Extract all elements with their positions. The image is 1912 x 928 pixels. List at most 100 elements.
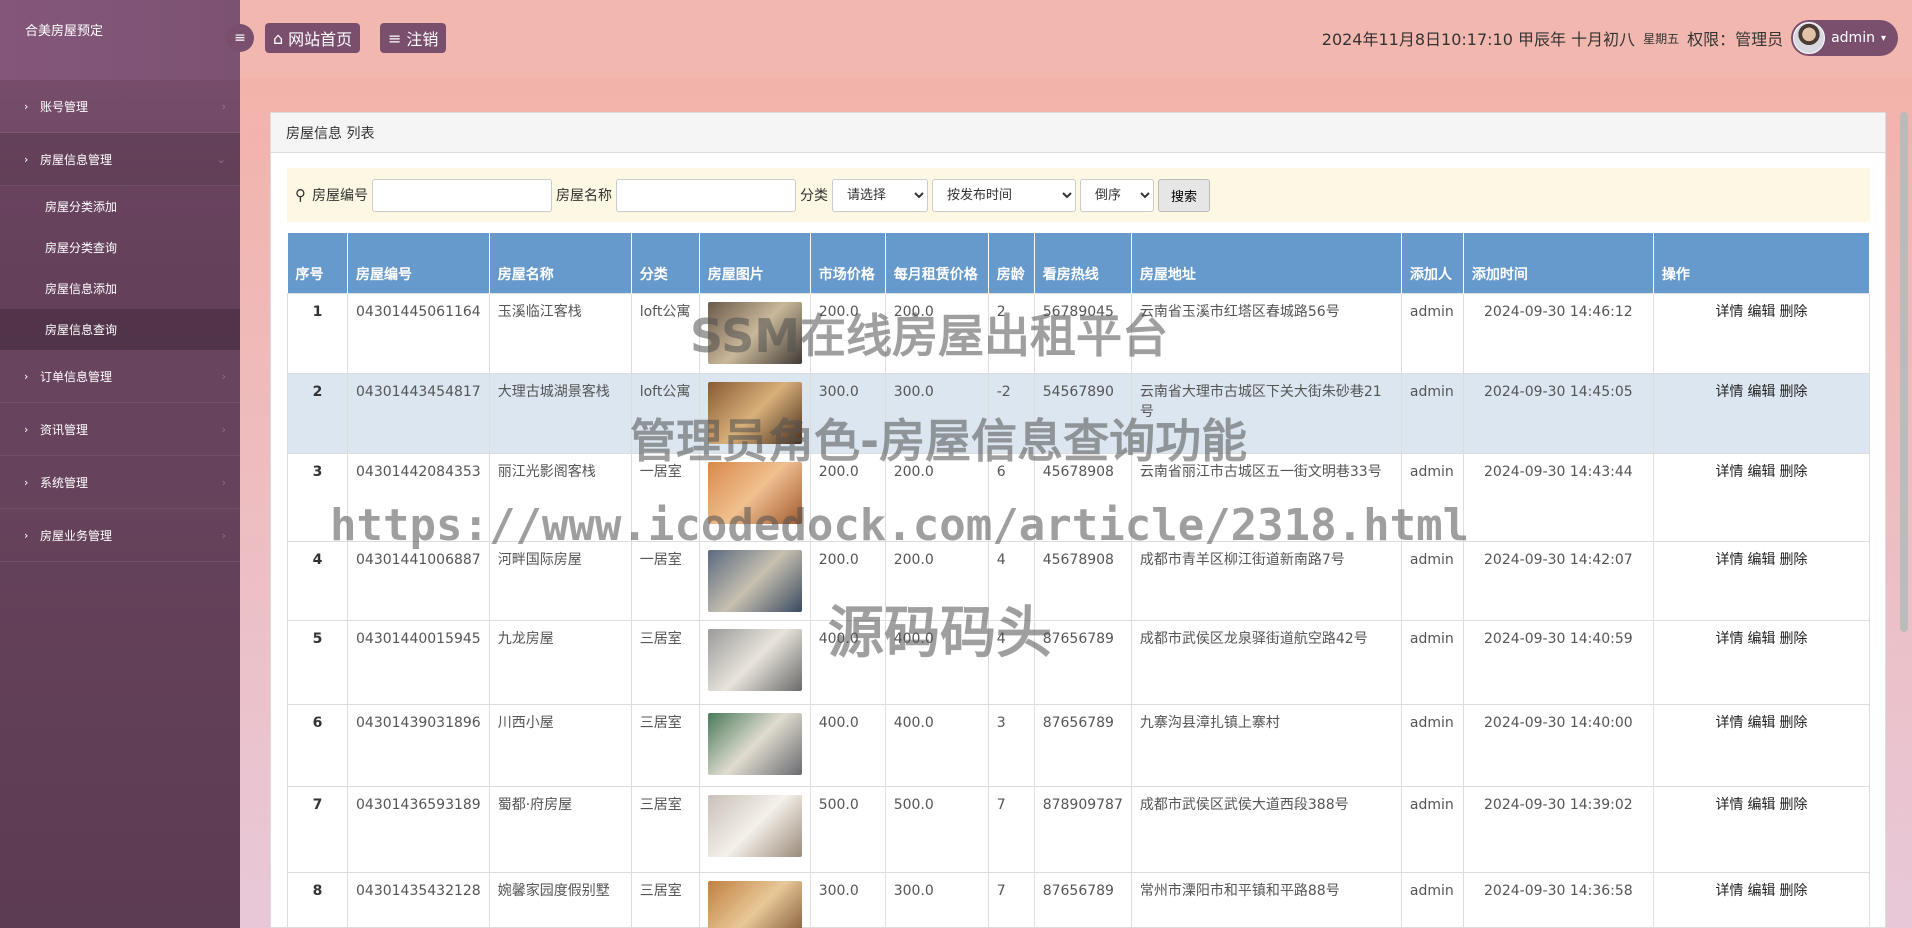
sidebar-item-label: 房屋业务管理 [40, 528, 113, 543]
delete-link[interactable]: 删除 [1779, 552, 1807, 568]
delete-link[interactable]: 删除 [1779, 715, 1807, 731]
house-thumbnail[interactable] [707, 549, 802, 612]
cell-house-name: 蜀都·府房屋 [488, 785, 632, 873]
detail-link[interactable]: 详情 [1715, 384, 1743, 400]
delete-link[interactable]: 删除 [1779, 384, 1807, 400]
cell-added-by: admin [1400, 703, 1464, 787]
edit-link[interactable]: 编辑 [1747, 715, 1775, 731]
edit-link[interactable]: 编辑 [1747, 797, 1775, 813]
cell-actions: 详情 编辑 删除 [1652, 871, 1871, 928]
cell-added-by: admin [1400, 871, 1464, 928]
datetime: 2024年11月8日10:17:10 甲辰年 十月初八 [1321, 30, 1636, 49]
delete-link[interactable]: 删除 [1779, 631, 1807, 647]
sidebar-item-news[interactable]: › 资讯管理 › [0, 403, 240, 456]
house-name-input[interactable] [616, 178, 796, 212]
col-market-price: 市场价格 [810, 233, 886, 293]
sub-item-house-query[interactable]: 房屋信息查询 [0, 309, 240, 350]
sidebar-item-accounts[interactable]: › 账号管理 › [0, 80, 240, 133]
house-thumbnail[interactable] [707, 712, 802, 775]
cell-actions: 详情 编辑 删除 [1652, 292, 1871, 374]
detail-link[interactable]: 详情 [1715, 797, 1743, 813]
house-thumbnail[interactable] [707, 628, 802, 691]
sidebar-item-label: 账号管理 [40, 99, 89, 114]
detail-link[interactable]: 详情 [1715, 304, 1743, 320]
edit-link[interactable]: 编辑 [1747, 464, 1775, 480]
table-row: 5 04301440015945 九龙房屋 三居室 400.0 400.0 4 8765678… [287, 619, 1871, 705]
sort-select[interactable]: 按发布时间 [932, 178, 1076, 212]
cell-added-time: 2024-09-30 14:46:12 [1462, 292, 1654, 374]
sidebar-item-label: 订单信息管理 [40, 369, 113, 384]
sub-item-house-add[interactable]: 房屋信息添加 [0, 268, 240, 309]
detail-link[interactable]: 详情 [1715, 552, 1743, 568]
detail-link[interactable]: 详情 [1715, 631, 1743, 647]
sidebar-toggle-button[interactable]: ≡ [226, 24, 254, 52]
edit-link[interactable]: 编辑 [1747, 552, 1775, 568]
order-select[interactable]: 倒序 [1080, 178, 1154, 212]
delete-link[interactable]: 删除 [1779, 464, 1807, 480]
col-address: 房屋地址 [1131, 233, 1402, 293]
cell-category: 三居室 [630, 703, 700, 787]
cell-house-no: 04301441006887 [347, 540, 490, 621]
sidebar-item-system[interactable]: › 系统管理 › [0, 456, 240, 509]
cell-house-name: 川西小屋 [488, 703, 632, 787]
cell-actions: 详情 编辑 删除 [1652, 372, 1871, 454]
cell-added-by: admin [1400, 372, 1464, 454]
app-title: 合美房屋预定 [0, 0, 240, 80]
watermark-line4: 源码码头 [828, 601, 1052, 666]
detail-link[interactable]: 详情 [1715, 464, 1743, 480]
chevron-down-icon: ⌄ [216, 152, 226, 166]
sidebar-item-house-business[interactable]: › 房屋业务管理 › [0, 509, 240, 562]
sub-item-category-query[interactable]: 房屋分类查询 [0, 227, 240, 268]
sidebar-item-label: 系统管理 [40, 475, 89, 490]
cell-added-by: admin [1400, 785, 1464, 873]
cell-added-time: 2024-09-30 14:43:44 [1462, 452, 1654, 542]
home-button[interactable]: ⌂ 网站首页 [265, 23, 361, 53]
logout-button[interactable]: ≡ 注销 [380, 23, 447, 53]
edit-link[interactable]: 编辑 [1747, 883, 1775, 899]
col-hotline: 看房热线 [1034, 233, 1132, 293]
cell-added-by: admin [1400, 292, 1464, 374]
search-bar: ⚲ 房屋编号 房屋名称 分类 请选择 按发布时间 倒序 搜索 [287, 168, 1870, 222]
table-row: 7 04301436593189 蜀都·府房屋 三居室 500.0 500.0 7 87890… [287, 785, 1871, 873]
delete-link[interactable]: 删除 [1779, 304, 1807, 320]
delete-link[interactable]: 删除 [1779, 883, 1807, 899]
col-house-no: 房屋编号 [347, 233, 490, 293]
table-row: 8 04301435432128 婉馨家园度假别墅 三居室 300.0 300.0 7 876… [287, 871, 1871, 928]
sub-item-category-add[interactable]: 房屋分类添加 [0, 186, 240, 227]
sidebar-item-label: 资讯管理 [40, 422, 89, 437]
edit-link[interactable]: 编辑 [1747, 384, 1775, 400]
edit-link[interactable]: 编辑 [1747, 304, 1775, 320]
cell-index: 5 [287, 619, 348, 705]
col-added-time: 添加时间 [1463, 233, 1654, 293]
sidebar-item-house-info[interactable]: › 房屋信息管理 ⌄ [0, 133, 240, 186]
detail-link[interactable]: 详情 [1715, 715, 1743, 731]
col-index: 序号 [287, 233, 348, 293]
cell-house-no: 04301435432128 [347, 871, 490, 928]
cell-address: 九寨沟县漳扎镇上寨村 [1130, 703, 1402, 787]
delete-link[interactable]: 删除 [1779, 797, 1807, 813]
table-header-row: 序号 房屋编号 房屋名称 分类 房屋图片 市场价格 每月租赁价格 房龄 看房热线… [287, 233, 1871, 293]
cell-house-name: 婉馨家园度假别墅 [488, 871, 632, 928]
user-menu[interactable]: admin ▾ [1791, 20, 1898, 56]
sidebar-item-orders[interactable]: › 订单信息管理 › [0, 350, 240, 403]
label-category: 分类 [800, 188, 828, 204]
col-category: 分类 [631, 233, 700, 293]
scrollbar[interactable] [1900, 112, 1908, 632]
cell-category: 三居室 [630, 871, 700, 928]
chevron-icon: › [221, 422, 226, 436]
edit-link[interactable]: 编辑 [1747, 631, 1775, 647]
house-thumbnail[interactable] [707, 880, 802, 928]
house-no-input[interactable] [372, 178, 552, 212]
detail-link[interactable]: 详情 [1715, 883, 1743, 899]
house-thumbnail[interactable] [707, 794, 802, 857]
cell-hotline: 878909787 [1033, 785, 1132, 873]
cell-market-price: 400.0 [809, 703, 886, 787]
chevron-right-icon: › [24, 152, 29, 166]
category-select[interactable]: 请选择 [832, 178, 928, 212]
cell-address: 成都市青羊区柳江街道新南路7号 [1130, 540, 1402, 621]
cell-actions: 详情 编辑 删除 [1652, 452, 1871, 542]
cell-house-no: 04301440015945 [347, 619, 490, 705]
search-button[interactable]: 搜索 [1158, 178, 1211, 212]
cell-house-name: 大理古城湖景客栈 [488, 372, 632, 454]
cell-index: 4 [287, 540, 348, 621]
